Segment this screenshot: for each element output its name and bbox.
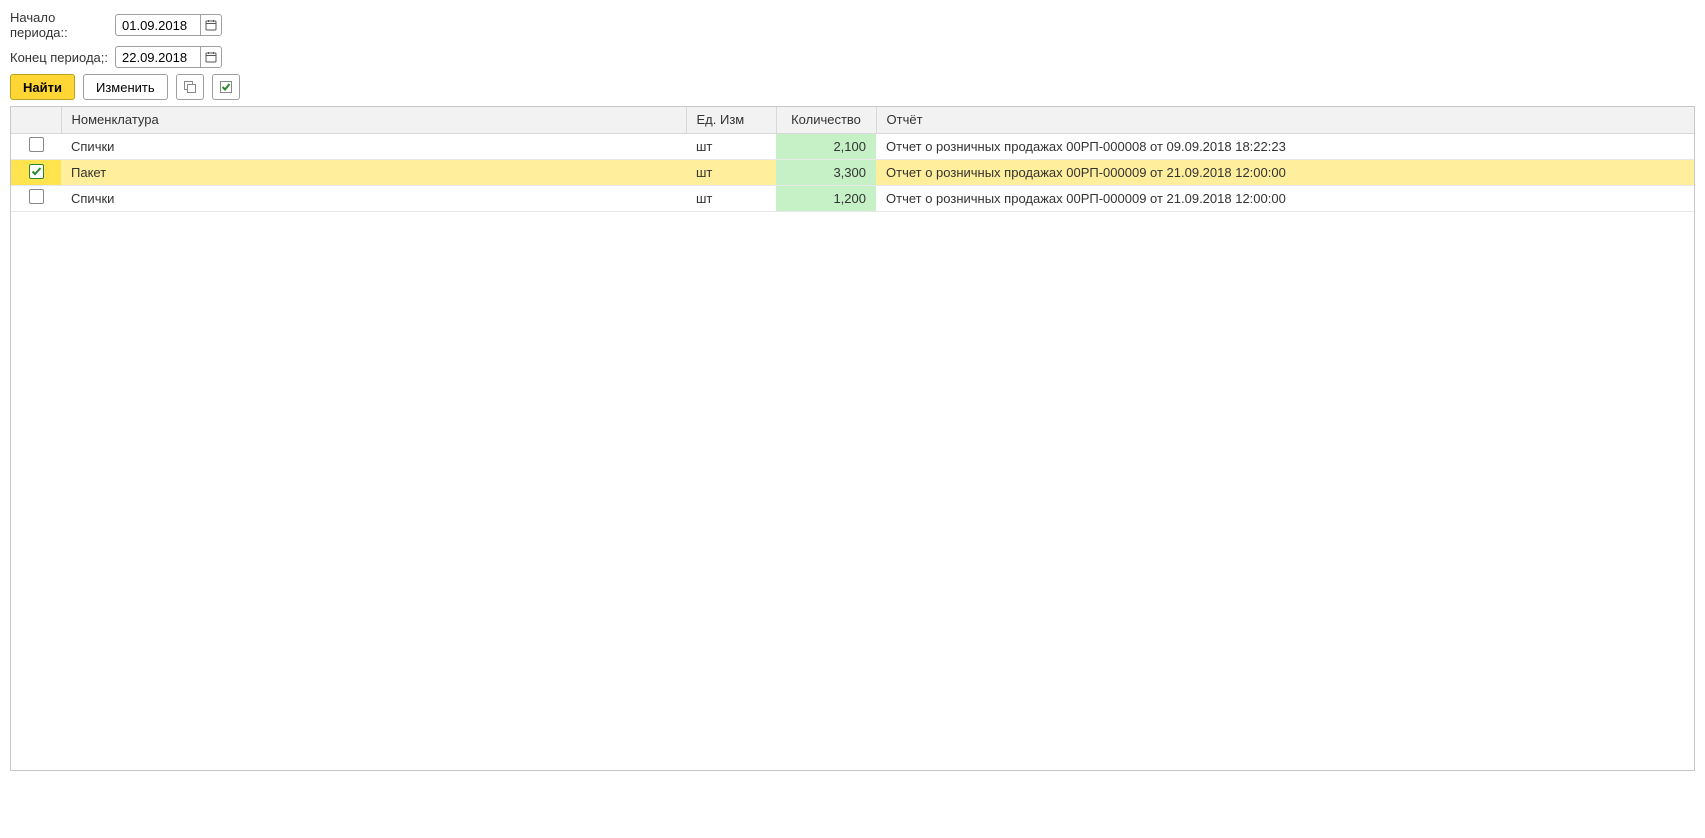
row-unit: шт <box>686 185 776 211</box>
checkbox-checked-icon <box>219 80 233 94</box>
find-button[interactable]: Найти <box>10 74 75 100</box>
toolbar: Найти Изменить <box>10 74 1695 100</box>
row-checkbox[interactable] <box>29 164 44 179</box>
row-checkbox[interactable] <box>29 189 44 204</box>
check-all-button[interactable] <box>212 74 240 100</box>
change-button[interactable]: Изменить <box>83 74 168 100</box>
header-report[interactable]: Отчёт <box>876 107 1694 133</box>
period-start-input[interactable] <box>115 14 200 36</box>
header-unit[interactable]: Ед. Изм <box>686 107 776 133</box>
row-nomenclature: Пакет <box>61 159 686 185</box>
row-report: Отчет о розничных продажах 00РП-000008 о… <box>876 133 1694 159</box>
row-check-cell <box>11 159 61 185</box>
calendar-icon <box>205 51 217 63</box>
row-nomenclature: Спички <box>61 133 686 159</box>
row-report: Отчет о розничных продажах 00РП-000009 о… <box>876 159 1694 185</box>
row-check-cell <box>11 185 61 211</box>
check-icon <box>31 166 42 177</box>
row-unit: шт <box>686 159 776 185</box>
period-end-label: Конец периода;: <box>10 50 115 65</box>
period-start-calendar-button[interactable] <box>200 14 222 36</box>
header-check[interactable] <box>11 107 61 133</box>
calendar-icon <box>205 19 217 31</box>
row-check-cell <box>11 133 61 159</box>
table-row[interactable]: Спичкишт2,100Отчет о розничных продажах … <box>11 133 1694 159</box>
row-quantity: 2,100 <box>776 133 876 159</box>
data-table-container: Номенклатура Ед. Изм Количество Отчёт Сп… <box>10 106 1695 771</box>
row-report: Отчет о розничных продажах 00РП-000009 о… <box>876 185 1694 211</box>
period-end-calendar-button[interactable] <box>200 46 222 68</box>
row-checkbox[interactable] <box>29 137 44 152</box>
row-quantity: 1,200 <box>776 185 876 211</box>
header-quantity[interactable]: Количество <box>776 107 876 133</box>
data-table: Номенклатура Ед. Изм Количество Отчёт Сп… <box>11 107 1694 212</box>
checkbox-empty-icon <box>183 80 197 94</box>
header-nomenclature[interactable]: Номенклатура <box>61 107 686 133</box>
period-start-label: Начало периода:: <box>10 10 115 40</box>
row-nomenclature: Спички <box>61 185 686 211</box>
period-start-row: Начало периода:: <box>10 10 1695 40</box>
table-header-row: Номенклатура Ед. Изм Количество Отчёт <box>11 107 1694 133</box>
uncheck-all-button[interactable] <box>176 74 204 100</box>
table-row[interactable]: Спичкишт1,200Отчет о розничных продажах … <box>11 185 1694 211</box>
period-end-input[interactable] <box>115 46 200 68</box>
row-unit: шт <box>686 133 776 159</box>
table-row[interactable]: Пакетшт3,300Отчет о розничных продажах 0… <box>11 159 1694 185</box>
period-end-row: Конец периода;: <box>10 46 1695 68</box>
row-quantity: 3,300 <box>776 159 876 185</box>
